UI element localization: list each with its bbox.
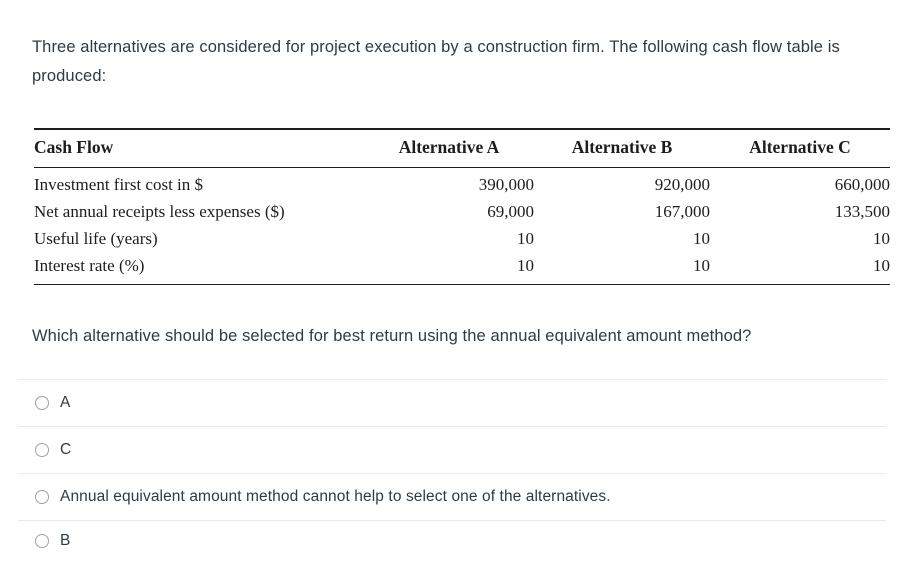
cell-alternative-a: 390,000 [478, 175, 534, 194]
table-header-alternative-c: Alternative C [749, 137, 851, 157]
table-header: Cash Flow Alternative A Alternative B Al… [34, 129, 890, 168]
table-row: Net annual receipts less expenses ($) 69… [34, 199, 890, 226]
answer-option-3[interactable]: B [18, 520, 886, 560]
table-header-row: Cash Flow Alternative A Alternative B Al… [34, 129, 890, 168]
answer-option-1[interactable]: C [18, 426, 886, 473]
cell-alternative-c: 133,500 [834, 202, 890, 221]
cell-alternative-c: 10 [873, 256, 890, 275]
sub-question-text: Which alternative should be selected for… [32, 327, 752, 345]
cell-alternative-b: 10 [693, 229, 710, 248]
cell-alternative-a: 10 [517, 256, 534, 275]
row-label: Interest rate (%) [34, 256, 145, 275]
cell-alternative-c: 660,000 [834, 175, 890, 194]
radio-unselected-icon[interactable] [35, 396, 49, 410]
cell-alternative-b: 167,000 [654, 202, 710, 221]
row-label: Investment first cost in $ [34, 175, 204, 194]
answer-option-label: Annual equivalent amount method cannot h… [60, 488, 611, 505]
answer-option-label: A [60, 394, 71, 411]
table-row: Interest rate (%) 10 10 10 [34, 253, 890, 285]
table-row: Investment first cost in $ 390,000 920,0… [34, 168, 890, 199]
table-header-alternative-a: Alternative A [398, 137, 500, 157]
row-label: Net annual receipts less expenses ($) [34, 202, 285, 221]
cell-alternative-b: 10 [693, 256, 710, 275]
radio-unselected-icon[interactable] [35, 533, 49, 548]
answer-option-label: B [60, 531, 71, 549]
table-body: Investment first cost in $ 390,000 920,0… [34, 168, 890, 285]
table-header-cash-flow: Cash Flow [34, 137, 114, 157]
radio-unselected-icon[interactable] [35, 490, 49, 504]
answer-option-0[interactable]: A [18, 379, 886, 426]
row-label: Useful life (years) [34, 229, 158, 248]
radio-unselected-icon[interactable] [35, 443, 49, 457]
cash-flow-table: Cash Flow Alternative A Alternative B Al… [34, 128, 890, 285]
cell-alternative-a: 69,000 [487, 202, 534, 221]
cell-alternative-c: 10 [873, 229, 890, 248]
table-row: Useful life (years) 10 10 10 [34, 226, 890, 253]
table-header-alternative-b: Alternative B [571, 137, 673, 157]
question-stem: Three alternatives are considered for pr… [32, 38, 840, 85]
answer-option-label: C [60, 441, 72, 458]
answer-options-list: A C Annual equivalent amount method cann… [18, 379, 886, 560]
cell-alternative-a: 10 [517, 229, 534, 248]
cash-flow-table-container: Cash Flow Alternative A Alternative B Al… [34, 128, 890, 285]
answer-option-2[interactable]: Annual equivalent amount method cannot h… [18, 473, 886, 520]
cell-alternative-b: 920,000 [654, 175, 710, 194]
